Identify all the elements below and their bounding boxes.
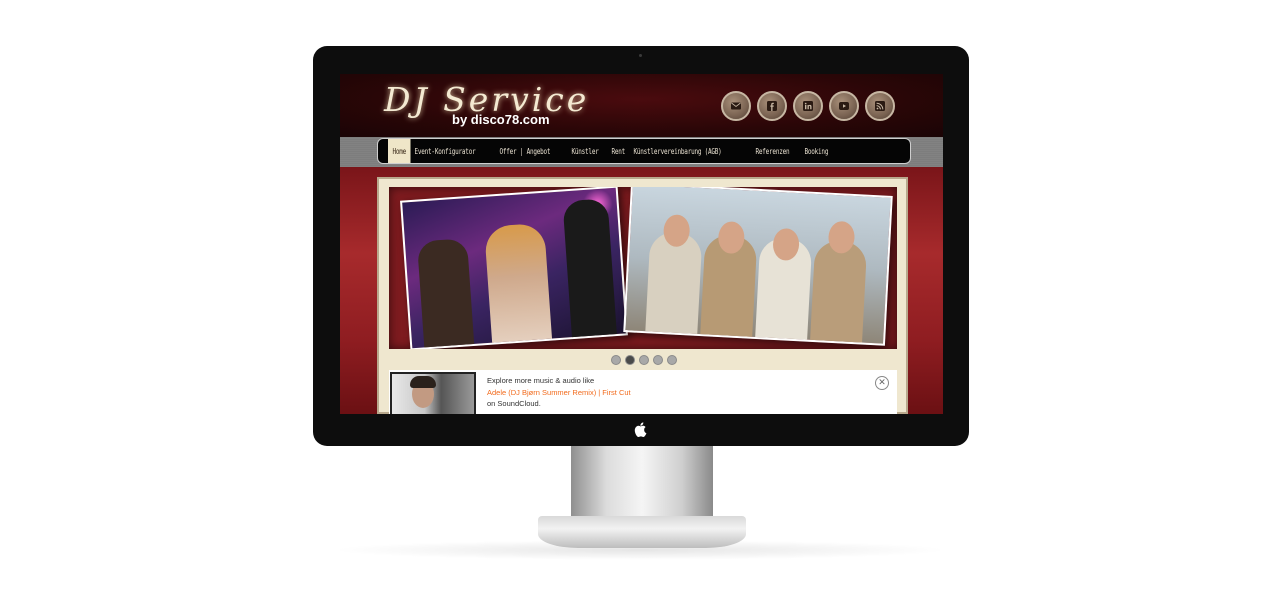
rss-icon[interactable] [865,91,895,121]
performer-silhouette [562,198,618,349]
band-member-silhouette [644,231,703,344]
performer-silhouette [484,222,553,349]
slide-photo-band [623,187,893,346]
slider-dot-5[interactable] [667,355,677,365]
slider-pagination [611,355,677,365]
email-icon[interactable] [721,91,751,121]
soundcloud-track-link[interactable]: Adele (DJ Bjørn Summer Remix) | First Cu… [487,387,631,399]
nav-item-rent[interactable]: Rent [607,139,630,163]
linkedin-icon[interactable] [793,91,823,121]
camera-icon [639,54,642,57]
nav-item-kuenstlervereinbarung[interactable]: Künstlervereinbarung (AGB) [629,139,726,163]
nav-item-home[interactable]: Home [388,139,411,163]
monitor-stand-foot [538,516,746,548]
apple-logo-icon [634,422,647,437]
soundcloud-widget: Explore more music & audio like Adele (D… [389,370,897,414]
slider-dot-2[interactable] [625,355,635,365]
close-icon[interactable]: ✕ [875,376,889,390]
website-screen: DJ Service by disco78.com Home Event-Kon… [340,74,943,414]
slider-dot-1[interactable] [611,355,621,365]
facebook-icon[interactable] [757,91,787,121]
nav-item-event-konfigurator[interactable]: Event-Konfigurator [410,139,480,163]
performer-silhouette [416,238,476,349]
youtube-icon[interactable] [829,91,859,121]
site-logo[interactable]: DJ Service by disco78.com [384,80,586,132]
main-navigation: Home Event-Konfigurator Offer | Angebot … [377,138,911,164]
image-slider[interactable] [389,187,897,349]
nav-item-kuenstler[interactable]: Künstler [567,139,603,163]
slider-dot-4[interactable] [653,355,663,365]
slider-dot-3[interactable] [639,355,649,365]
nav-item-referenzen[interactable]: Referenzen [751,139,794,163]
soundcloud-line3: on SoundCloud. [487,399,541,408]
monitor-stand-neck [571,446,713,521]
band-member-silhouette [809,239,868,346]
nav-item-booking[interactable]: Booking [800,139,833,163]
slide-photo-performers [400,187,628,349]
content-panel: Explore more music & audio like Adele (D… [377,177,908,414]
logo-subtitle: by disco78.com [452,112,550,127]
soundcloud-line1: Explore more music & audio like [487,376,595,385]
nav-item-offer-angebot[interactable]: Offer | Angebot [495,139,555,163]
track-artwork[interactable] [390,372,476,414]
site-header: DJ Service by disco78.com [340,74,943,137]
soundcloud-text: Explore more music & audio like Adele (D… [487,375,631,410]
artist-hair [410,376,436,388]
